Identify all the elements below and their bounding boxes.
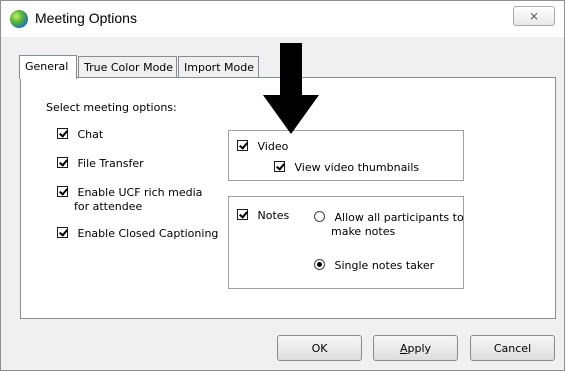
button-label-accesskey: A (399, 341, 408, 355)
ok-button[interactable]: OK (277, 335, 362, 361)
radio-allow-all[interactable]: Allow all participants to (314, 211, 464, 224)
window-title: Meeting Options (35, 10, 137, 26)
allow-all-radio[interactable] (314, 211, 325, 222)
option-label: Video (257, 140, 289, 153)
chat-checkbox[interactable] (57, 128, 68, 139)
meeting-options-dialog: Meeting Options ⨯ General True Color Mod… (0, 0, 565, 371)
option-label: Notes (257, 209, 290, 222)
option-label: Single notes taker (334, 259, 435, 272)
radio-single-taker[interactable]: Single notes taker (314, 259, 434, 272)
video-checkbox[interactable] (237, 140, 248, 151)
title-bar: Meeting Options ⨯ (1, 1, 564, 37)
option-notes[interactable]: Notes (237, 209, 289, 222)
option-label: Enable Closed Captioning (77, 227, 219, 240)
option-label: Allow all participants to (334, 211, 464, 224)
tab-label: General (25, 60, 69, 73)
closed-captioning-checkbox[interactable] (57, 227, 68, 238)
notes-checkbox[interactable] (237, 209, 248, 220)
option-ucf-rich-media[interactable]: Enable UCF rich media (57, 186, 202, 199)
option-label: View video thumbnails (294, 161, 420, 174)
close-icon: ⨯ (528, 9, 540, 23)
option-closed-captioning[interactable]: Enable Closed Captioning (57, 227, 218, 240)
button-label: Cancel (493, 341, 532, 355)
option-label: Chat (77, 128, 104, 141)
meeting-app-icon (10, 10, 28, 28)
option-label: Enable UCF rich media (77, 186, 203, 199)
option-video[interactable]: Video (237, 140, 288, 153)
close-button[interactable]: ⨯ (513, 6, 555, 26)
option-chat[interactable]: Chat (57, 128, 103, 141)
file-transfer-checkbox[interactable] (57, 157, 68, 168)
tab-true-color-mode[interactable]: True Color Mode (78, 56, 177, 78)
view-thumbnails-checkbox[interactable] (274, 161, 285, 172)
apply-button[interactable]: Apply (373, 335, 458, 361)
ucf-rich-media-checkbox[interactable] (57, 186, 68, 197)
option-view-thumbnails[interactable]: View video thumbnails (274, 161, 419, 174)
option-file-transfer[interactable]: File Transfer (57, 157, 144, 170)
cancel-button[interactable]: Cancel (470, 335, 555, 361)
tab-label: True Color Mode (84, 61, 174, 74)
tab-label: Import Mode (184, 61, 254, 74)
button-label: OK (311, 341, 328, 355)
tab-import-mode[interactable]: Import Mode (178, 56, 259, 78)
single-taker-radio[interactable] (314, 259, 325, 270)
tab-general[interactable]: General (19, 55, 77, 79)
section-label: Select meeting options: (46, 101, 177, 114)
button-label: pply (407, 341, 432, 355)
option-label-continued: for attendee (74, 200, 143, 213)
option-label: File Transfer (77, 157, 144, 170)
option-label-continued: make notes (331, 225, 396, 238)
down-arrow-icon (263, 43, 319, 134)
